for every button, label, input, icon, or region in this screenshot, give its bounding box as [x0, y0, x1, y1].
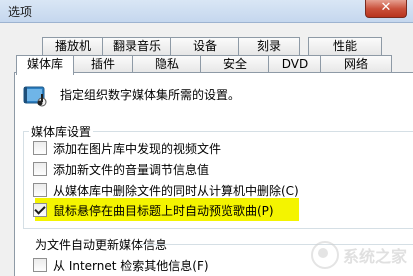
- panel-description: 指定组织数字媒体集所需的设置。: [60, 88, 241, 102]
- option-label: 添加在图片库中发现的视频文件: [53, 141, 222, 156]
- tab-security[interactable]: 安全: [200, 55, 270, 73]
- library-settings-label: 媒体库设置: [29, 123, 94, 140]
- close-icon: ✕: [380, 0, 392, 15]
- close-button[interactable]: ✕: [365, 0, 407, 18]
- option-add-video-files[interactable]: 添加在图片库中发现的视频文件: [33, 139, 221, 157]
- checkbox-add-video-files[interactable]: [33, 141, 47, 155]
- option-label: 鼠标悬停在曲目标题上时自动预览歌曲(P): [53, 203, 274, 218]
- tab-library[interactable]: 媒体库: [16, 55, 74, 75]
- tab-dvd[interactable]: DVD: [268, 55, 322, 73]
- watermark-logo-icon: [310, 241, 339, 269]
- option-label: 添加新文件的音量调节信息值: [53, 162, 210, 177]
- option-hover-preview[interactable]: 鼠标悬停在曲目标题上时自动预览歌曲(P): [33, 201, 274, 219]
- option-internet-retrieve[interactable]: 从 Internet 检索其他信息(F): [33, 256, 209, 274]
- tab-plugins[interactable]: 插件: [72, 55, 134, 73]
- watermark: 系统之家: [310, 241, 407, 269]
- watermark-text: 系统之家: [342, 247, 407, 266]
- tab-network[interactable]: 网络: [320, 55, 392, 73]
- title-bar: 选项 ✕: [0, 0, 413, 23]
- tab-player[interactable]: 播放机: [42, 37, 104, 55]
- tab-burn[interactable]: 刻录: [238, 37, 300, 55]
- checkbox-volume-leveling[interactable]: [33, 162, 47, 176]
- option-delete-from-computer[interactable]: 从媒体库中删除文件的同时从计算机中删除(C): [33, 181, 299, 199]
- option-label: 从媒体库中删除文件的同时从计算机中删除(C): [53, 183, 299, 198]
- checkbox-internet-retrieve[interactable]: [33, 258, 47, 272]
- media-library-icon: [23, 86, 47, 107]
- tab-rip-music[interactable]: 翻录音乐: [102, 37, 172, 55]
- tab-privacy[interactable]: 隐私: [132, 55, 202, 73]
- tab-devices[interactable]: 设备: [170, 37, 240, 55]
- tab-performance[interactable]: 性能: [308, 37, 382, 55]
- option-label: 从 Internet 检索其他信息(F): [53, 258, 209, 273]
- option-volume-leveling[interactable]: 添加新文件的音量调节信息值: [33, 160, 209, 178]
- checkbox-delete-from-computer[interactable]: [33, 183, 47, 197]
- checkbox-hover-preview[interactable]: [33, 203, 47, 217]
- window-title: 选项: [8, 5, 33, 19]
